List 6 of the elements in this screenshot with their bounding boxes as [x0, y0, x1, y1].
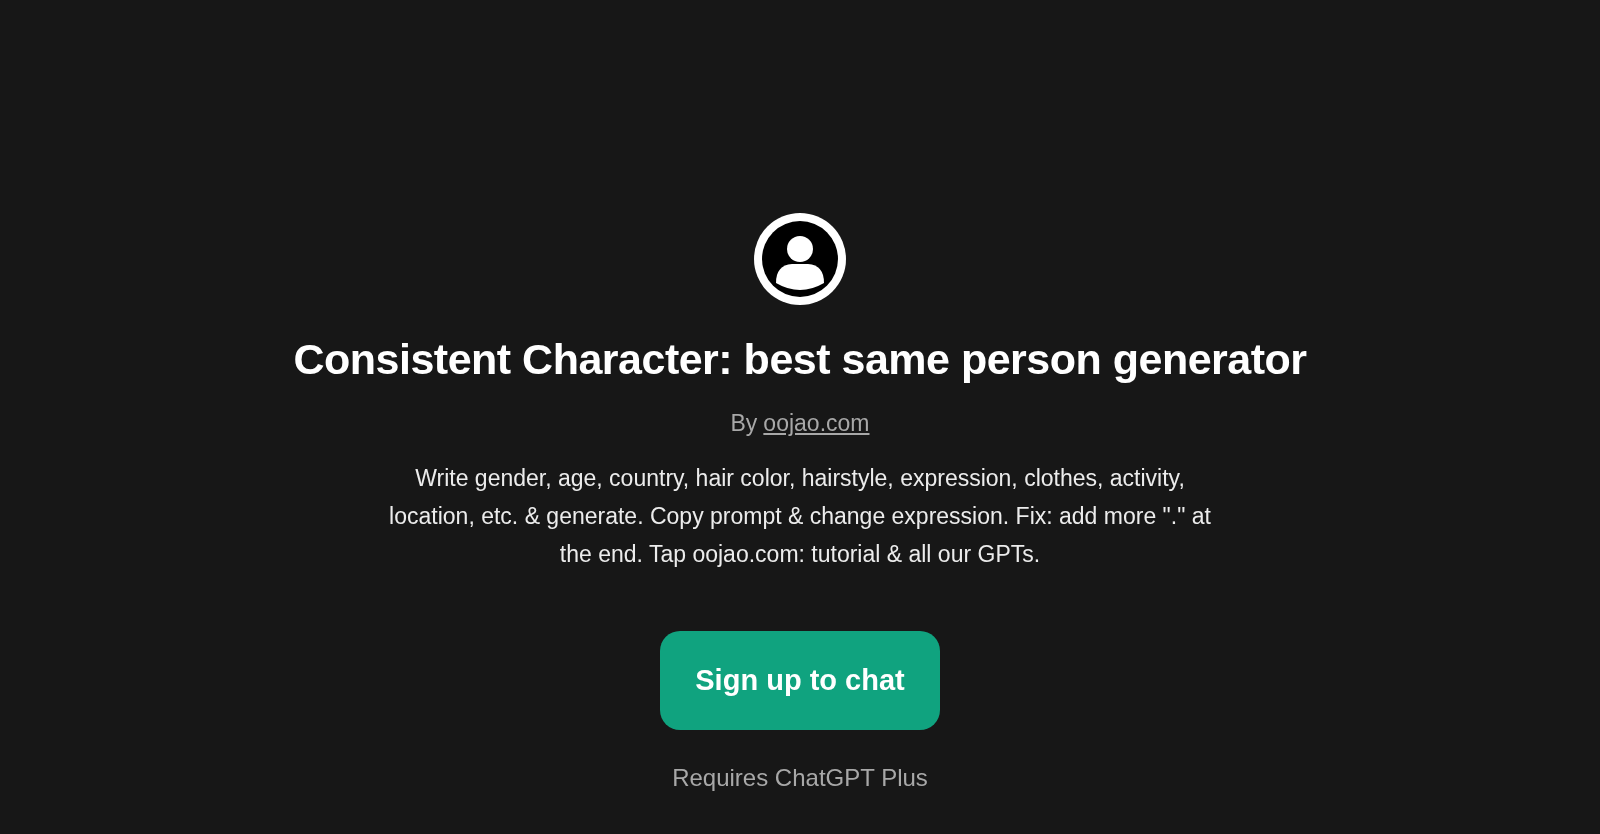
author-link[interactable]: oojao.com: [763, 410, 870, 437]
gpt-description: Write gender, age, country, hair color, hairstyle, expression, clothes, activity, location, etc. & generate. Copy prompt & change expression. Fix: add more "." at the end. Tap oojao.com: tutorial & all our GPTs.: [388, 464, 1212, 569]
avatar-icon: [754, 213, 846, 305]
byline-label: By: [730, 410, 758, 437]
requirement-note: Requires ChatGPT Plus: [672, 764, 928, 792]
gpt-title: Consistent Character: best same person generator: [293, 335, 1307, 384]
